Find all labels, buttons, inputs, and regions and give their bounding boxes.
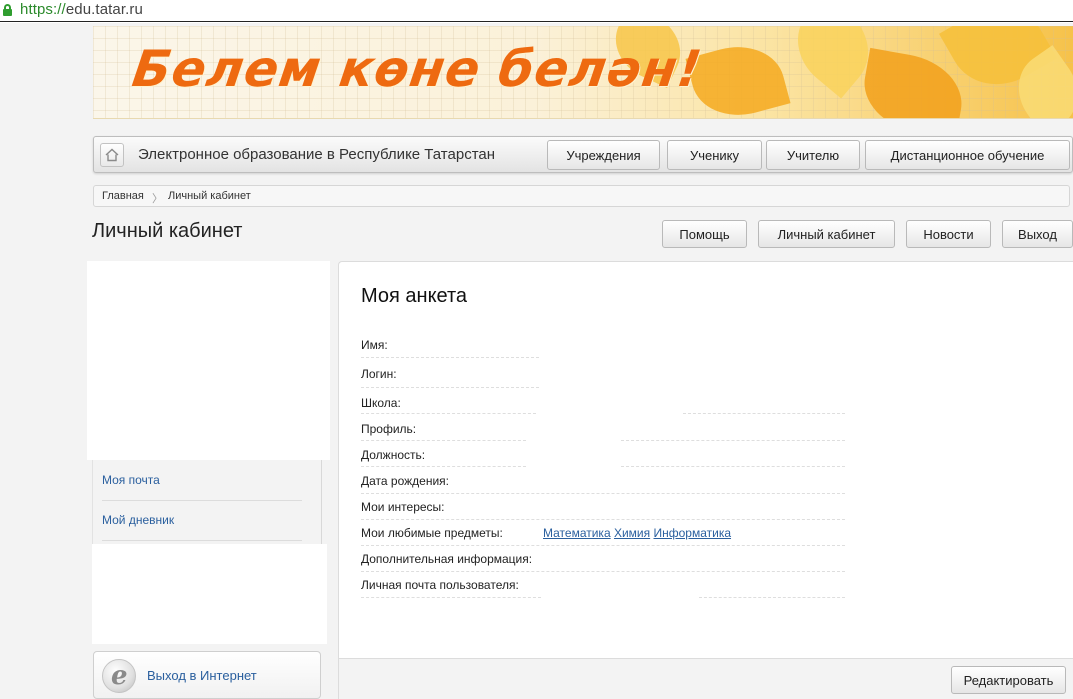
sidebar-top-area: [87, 261, 330, 460]
profile-footer: Редактировать: [339, 658, 1073, 699]
url-text[interactable]: https://edu.tatar.ru: [20, 1, 143, 18]
cabinet-button[interactable]: Личный кабинет: [758, 220, 895, 248]
favorite-subjects: Математика Химия Информатика: [543, 526, 731, 540]
field-login-label: Логин:: [361, 367, 397, 381]
page-title: Личный кабинет: [92, 220, 243, 242]
profile-title: Моя анкета: [361, 285, 468, 307]
field-divider: [361, 519, 845, 520]
field-email-label: Личная почта пользователя:: [361, 578, 519, 592]
help-button[interactable]: Помощь: [662, 220, 747, 248]
lock-icon: [3, 4, 12, 16]
nav-institutions-button[interactable]: Учреждения: [547, 140, 660, 170]
logout-button[interactable]: Выход: [1002, 220, 1073, 248]
sidebar-menu: Моя почта Мой дневник: [92, 460, 322, 544]
field-subjects-label: Мои любимые предметы:: [361, 526, 503, 540]
nav-student-button[interactable]: Ученику: [667, 140, 762, 170]
internet-exit-button[interactable]: e Выход в Интернет: [93, 651, 321, 699]
banner-slogan: Белем көне белән!: [128, 40, 706, 98]
field-divider: [361, 571, 845, 572]
field-name-label: Имя:: [361, 338, 388, 352]
breadcrumb-current: Личный кабинет: [168, 190, 251, 202]
url-scheme: https://: [20, 1, 66, 18]
nav-teacher-button[interactable]: Учителю: [766, 140, 860, 170]
field-interests-label: Мои интересы:: [361, 500, 445, 514]
subject-link-math[interactable]: Математика: [543, 526, 611, 540]
sidebar-bottom-area: [92, 544, 327, 644]
internet-explorer-icon: e: [102, 659, 136, 693]
home-icon: [105, 148, 119, 162]
field-divider: [621, 440, 845, 441]
page: Белем көне белән! Электронное образовани…: [0, 23, 1073, 699]
subject-link-informatics[interactable]: Информатика: [653, 526, 731, 540]
browser-url-bar[interactable]: https://edu.tatar.ru: [0, 0, 1073, 22]
field-divider: [361, 466, 526, 467]
breadcrumb-home-link[interactable]: Главная: [102, 190, 144, 202]
sidebar-divider: [102, 500, 302, 501]
field-divider: [361, 440, 526, 441]
sidebar-divider: [102, 540, 302, 541]
subject-link-chemistry[interactable]: Химия: [614, 526, 650, 540]
main-nav: Электронное образование в Республике Тат…: [93, 136, 1073, 173]
field-profile-label: Профиль:: [361, 422, 417, 436]
field-divider: [361, 493, 845, 494]
field-birthdate-label: Дата рождения:: [361, 474, 449, 488]
field-extra-info-label: Дополнительная информация:: [361, 552, 533, 566]
field-divider: [361, 387, 539, 388]
field-divider: [361, 545, 845, 546]
site-title[interactable]: Электронное образование в Республике Тат…: [138, 146, 495, 163]
sidebar-item-diary[interactable]: Мой дневник: [102, 513, 174, 527]
field-school-label: Школа:: [361, 396, 401, 410]
news-button[interactable]: Новости: [906, 220, 991, 248]
home-button[interactable]: [100, 143, 124, 167]
profile-panel: Моя анкета Имя: Логин: Школа: Профиль: Д…: [338, 261, 1073, 699]
url-host: edu.tatar.ru: [65, 1, 143, 18]
nav-distance-learning-button[interactable]: Дистанционное обучение: [865, 140, 1070, 170]
field-divider: [699, 597, 845, 598]
field-divider: [361, 597, 541, 598]
field-divider: [621, 466, 845, 467]
breadcrumb-separator: 〉: [152, 193, 163, 205]
breadcrumb: Главная 〉 Личный кабинет: [93, 185, 1070, 207]
sidebar-item-mail[interactable]: Моя почта: [102, 473, 160, 487]
edit-button[interactable]: Редактировать: [951, 666, 1066, 694]
internet-exit-label: Выход в Интернет: [147, 668, 257, 683]
field-divider: [361, 413, 536, 414]
field-divider: [683, 413, 845, 414]
field-divider: [361, 357, 539, 358]
field-position-label: Должность:: [361, 448, 426, 462]
banner: Белем көне белән!: [93, 26, 1073, 119]
